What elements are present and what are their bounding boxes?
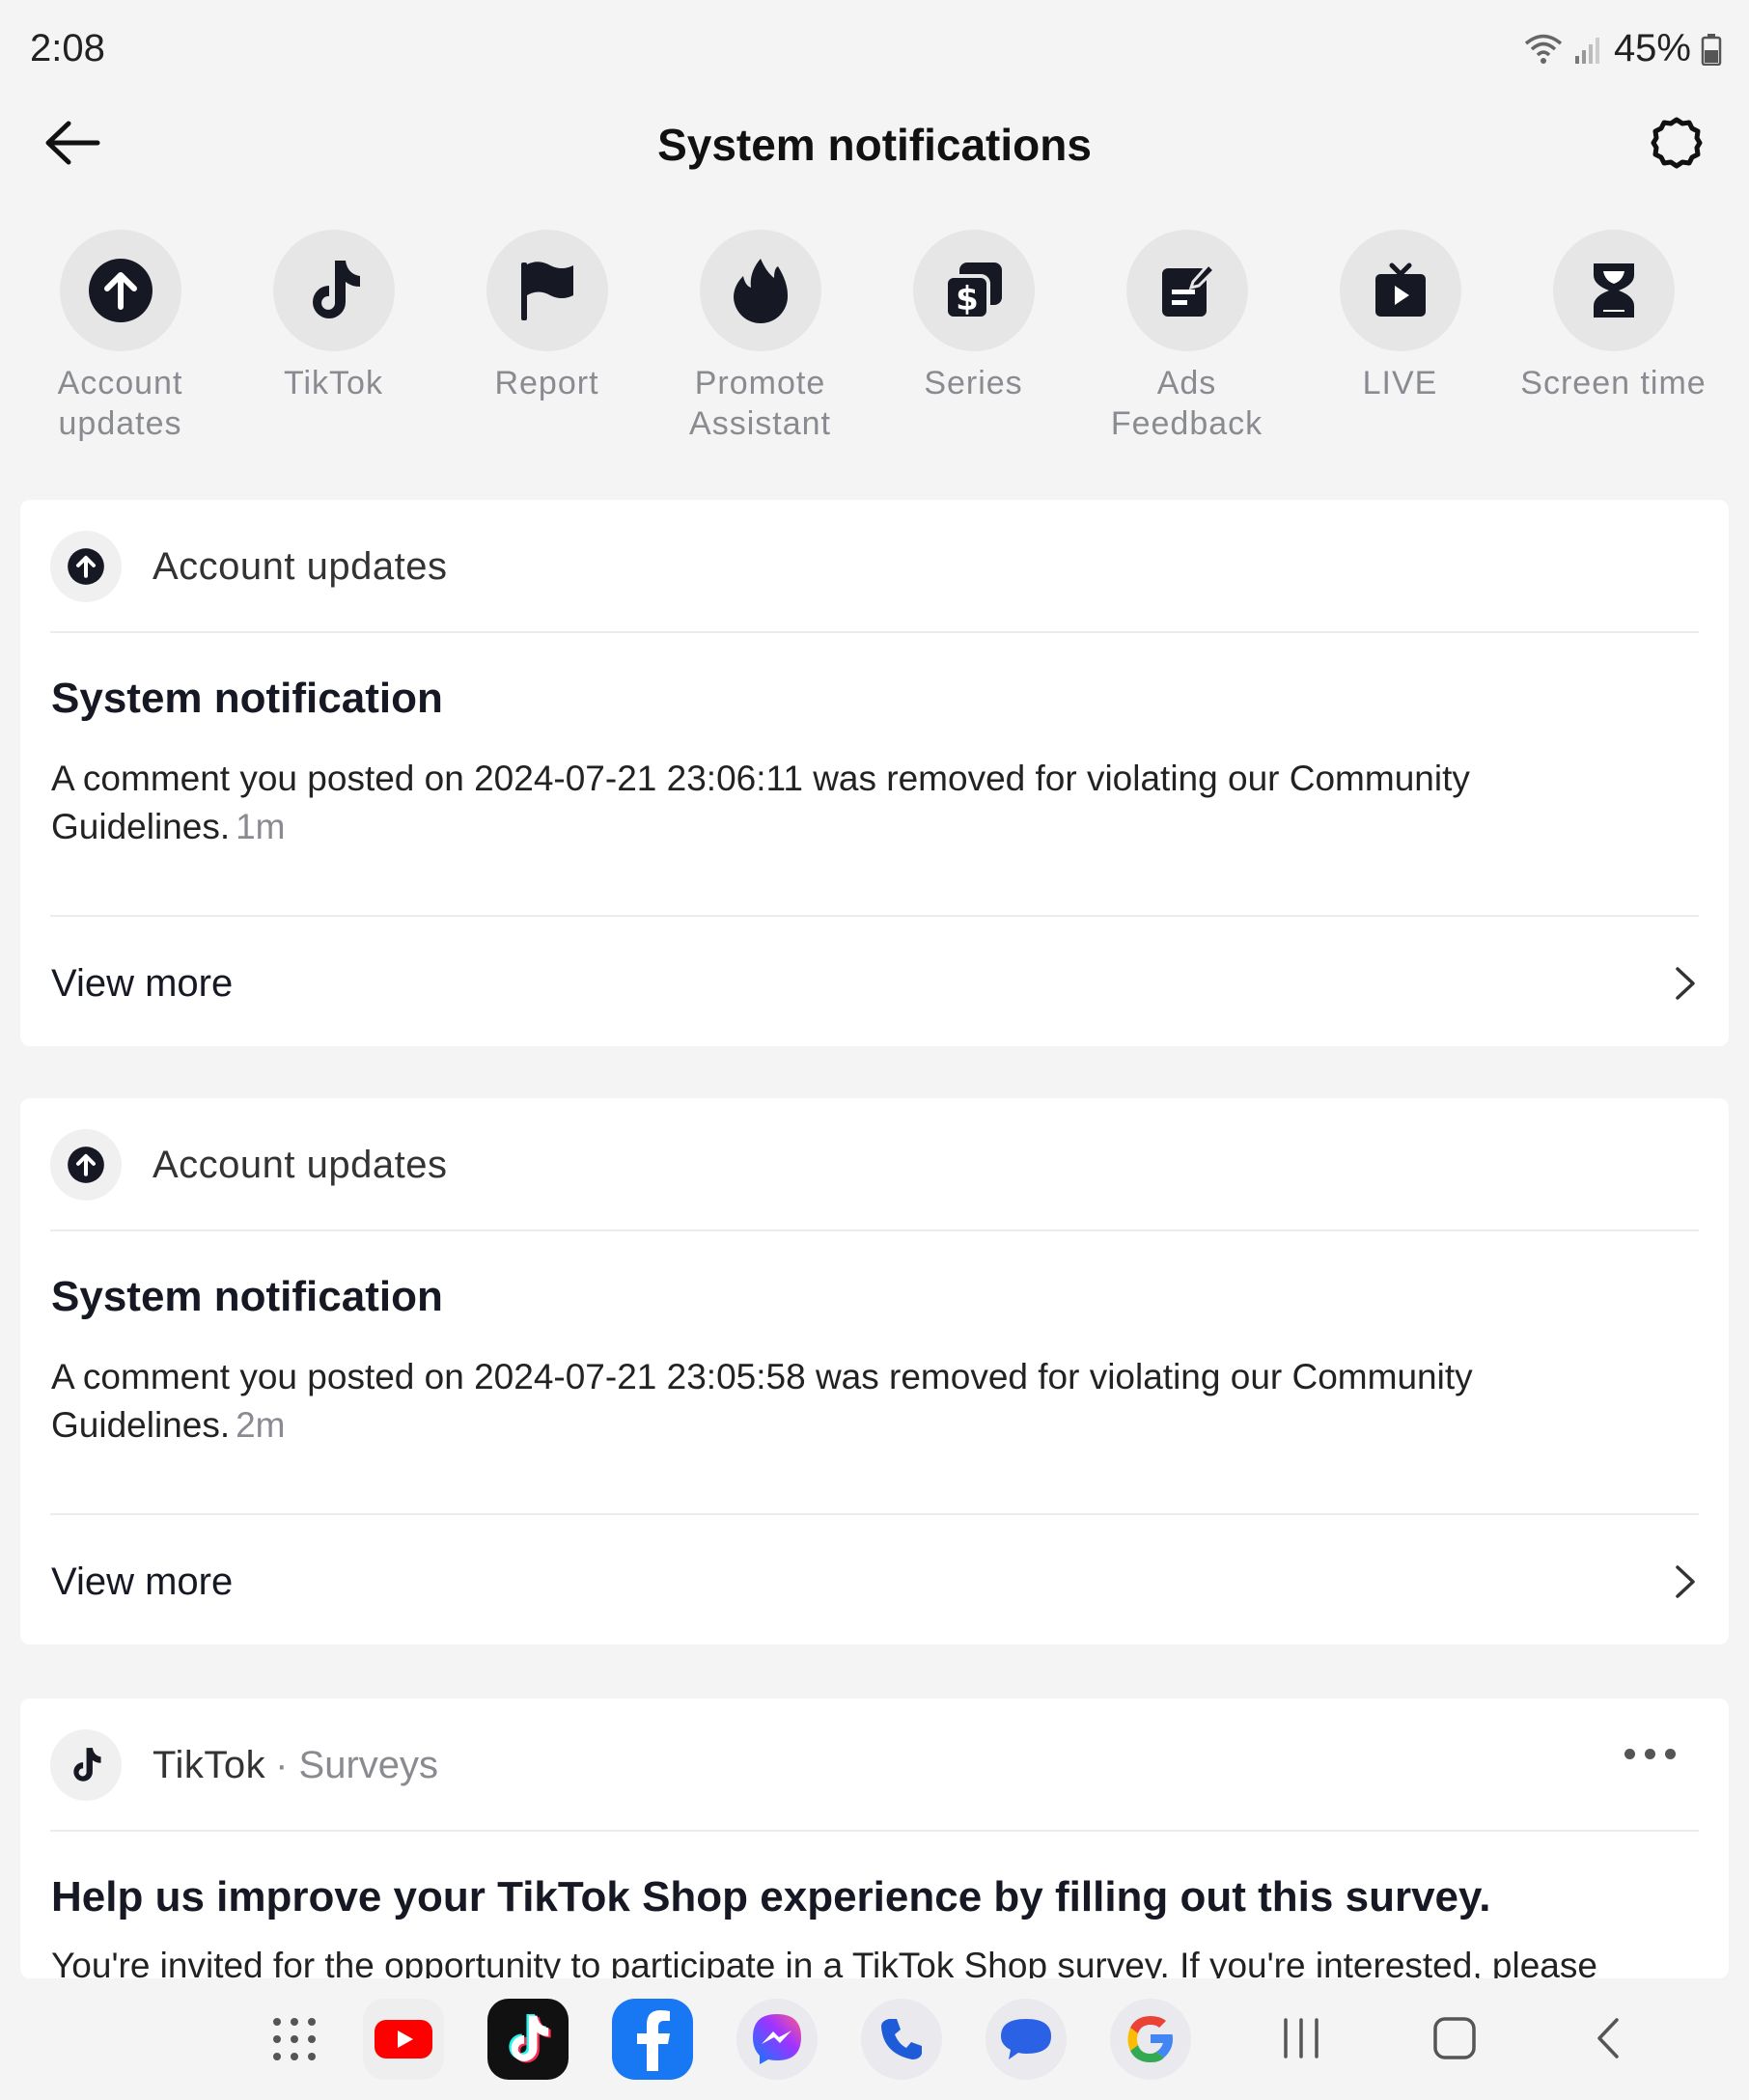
more-options-icon[interactable] bbox=[1624, 1749, 1676, 1759]
card-source-category: · Surveys bbox=[275, 1743, 439, 1786]
divider bbox=[50, 915, 1699, 917]
category-label: Screen time bbox=[1520, 365, 1707, 401]
divider bbox=[50, 1230, 1699, 1231]
card-body: You're invited for the opportunity to pa… bbox=[51, 1946, 1597, 1978]
card-timestamp: 2m bbox=[236, 1405, 286, 1445]
card-body: A comment you posted on 2024-07-21 23:05… bbox=[51, 1353, 1652, 1450]
app-drawer-button[interactable] bbox=[253, 1998, 336, 2081]
bottom-dock bbox=[0, 1978, 1749, 2100]
category-label: Promote Assistant bbox=[689, 365, 831, 442]
tiktok-note-icon bbox=[73, 1748, 101, 1782]
card-title: System notification bbox=[51, 1273, 443, 1320]
status-indicators: 45% bbox=[1523, 27, 1722, 70]
messages-app-button[interactable] bbox=[985, 1998, 1068, 2081]
category-row: Account updates TikTok Report Promote As… bbox=[0, 230, 1749, 452]
wifi-icon bbox=[1523, 33, 1564, 66]
signal-icon bbox=[1573, 33, 1604, 66]
home-icon bbox=[1433, 2017, 1476, 2059]
settings-button[interactable] bbox=[1643, 109, 1710, 177]
category-report[interactable]: Report bbox=[440, 230, 653, 403]
category-promote-assistant[interactable]: Promote Assistant bbox=[653, 230, 867, 444]
category-label: Report bbox=[494, 365, 599, 401]
recents-icon bbox=[1284, 2018, 1319, 2059]
flame-icon bbox=[733, 259, 788, 324]
view-more-label: View more bbox=[51, 1560, 234, 1603]
divider bbox=[50, 1513, 1699, 1515]
category-label: Ads Feedback bbox=[1110, 365, 1263, 442]
chevron-right-icon bbox=[1676, 967, 1695, 1000]
card-header[interactable]: TikTok · Surveys bbox=[50, 1727, 1699, 1803]
tiktok-note-icon bbox=[312, 261, 360, 318]
card-body: A comment you posted on 2024-07-21 23:06… bbox=[51, 755, 1652, 851]
card-header[interactable]: Account updates bbox=[50, 529, 1699, 604]
tv-play-icon bbox=[1374, 262, 1426, 317]
facebook-icon bbox=[612, 1999, 693, 2080]
tiktok-icon bbox=[487, 1999, 569, 2080]
phone-icon bbox=[861, 1999, 942, 2080]
hourglass-icon bbox=[1593, 263, 1634, 318]
view-more-label: View more bbox=[51, 961, 234, 1005]
nav-back-button[interactable] bbox=[1569, 2000, 1647, 2077]
tiktok-app-button[interactable] bbox=[486, 1998, 569, 2081]
message-bubble-icon bbox=[986, 1999, 1067, 2080]
arrow-up-circle-icon bbox=[68, 548, 104, 585]
flag-icon bbox=[520, 262, 573, 320]
card-source: Account updates bbox=[153, 1143, 448, 1186]
phone-app-button[interactable] bbox=[860, 1998, 943, 2081]
card-source: TikTok bbox=[153, 1743, 266, 1786]
category-label: LIVE bbox=[1362, 365, 1438, 401]
gear-icon bbox=[1651, 117, 1703, 169]
card-title: System notification bbox=[51, 675, 443, 722]
category-live[interactable]: LIVE bbox=[1293, 230, 1507, 403]
card-timestamp: 1m bbox=[236, 807, 286, 846]
google-icon bbox=[1110, 1999, 1191, 2080]
divider bbox=[50, 1830, 1699, 1832]
svg-text:$: $ bbox=[956, 280, 979, 318]
app-grid-icon bbox=[273, 2018, 316, 2060]
arrow-up-circle-icon bbox=[68, 1147, 104, 1183]
status-time: 2:08 bbox=[30, 27, 105, 69]
category-label: TikTok bbox=[284, 365, 383, 401]
divider bbox=[50, 631, 1699, 633]
youtube-icon bbox=[363, 1999, 444, 2080]
category-series[interactable]: $ Series bbox=[867, 230, 1080, 403]
home-button[interactable] bbox=[1416, 2000, 1493, 2077]
page-title: System notifications bbox=[657, 120, 1092, 170]
category-label: Account updates bbox=[57, 365, 183, 442]
recents-button[interactable] bbox=[1263, 2000, 1340, 2077]
card-title: Help us improve your TikTok Shop experie… bbox=[51, 1873, 1491, 1920]
category-account-updates[interactable]: Account updates bbox=[14, 230, 227, 444]
view-more-row[interactable]: View more bbox=[51, 1519, 1698, 1644]
dollar-stack-icon: $ bbox=[943, 262, 1002, 320]
card-header[interactable]: Account updates bbox=[50, 1127, 1699, 1202]
category-screen-time[interactable]: Screen time bbox=[1507, 230, 1720, 403]
chevron-right-icon bbox=[1676, 1565, 1695, 1598]
google-app-button[interactable] bbox=[1109, 1998, 1192, 2081]
notification-card: Account updates System notification A co… bbox=[20, 500, 1729, 1046]
card-source: Account updates bbox=[153, 544, 448, 588]
category-label: Series bbox=[924, 365, 1023, 401]
arrow-up-circle-icon bbox=[88, 259, 153, 322]
facebook-app-button[interactable] bbox=[611, 1998, 694, 2081]
messenger-app-button[interactable] bbox=[736, 1998, 819, 2081]
notification-card: TikTok · Surveys Help us improve your Ti… bbox=[20, 1699, 1729, 1978]
battery-icon bbox=[1701, 33, 1722, 66]
notification-card: Account updates System notification A co… bbox=[20, 1098, 1729, 1644]
category-ads-feedback[interactable]: Ads Feedback bbox=[1080, 230, 1293, 444]
category-tiktok[interactable]: TikTok bbox=[227, 230, 440, 403]
youtube-app-button[interactable] bbox=[362, 1998, 445, 2081]
edit-note-icon bbox=[1161, 262, 1216, 317]
messenger-icon bbox=[736, 1999, 818, 2080]
battery-percentage: 45% bbox=[1613, 27, 1691, 69]
chevron-left-icon bbox=[1597, 2018, 1619, 2059]
status-bar: 2:08 45% bbox=[0, 0, 1749, 97]
view-more-row[interactable]: View more bbox=[51, 921, 1698, 1046]
